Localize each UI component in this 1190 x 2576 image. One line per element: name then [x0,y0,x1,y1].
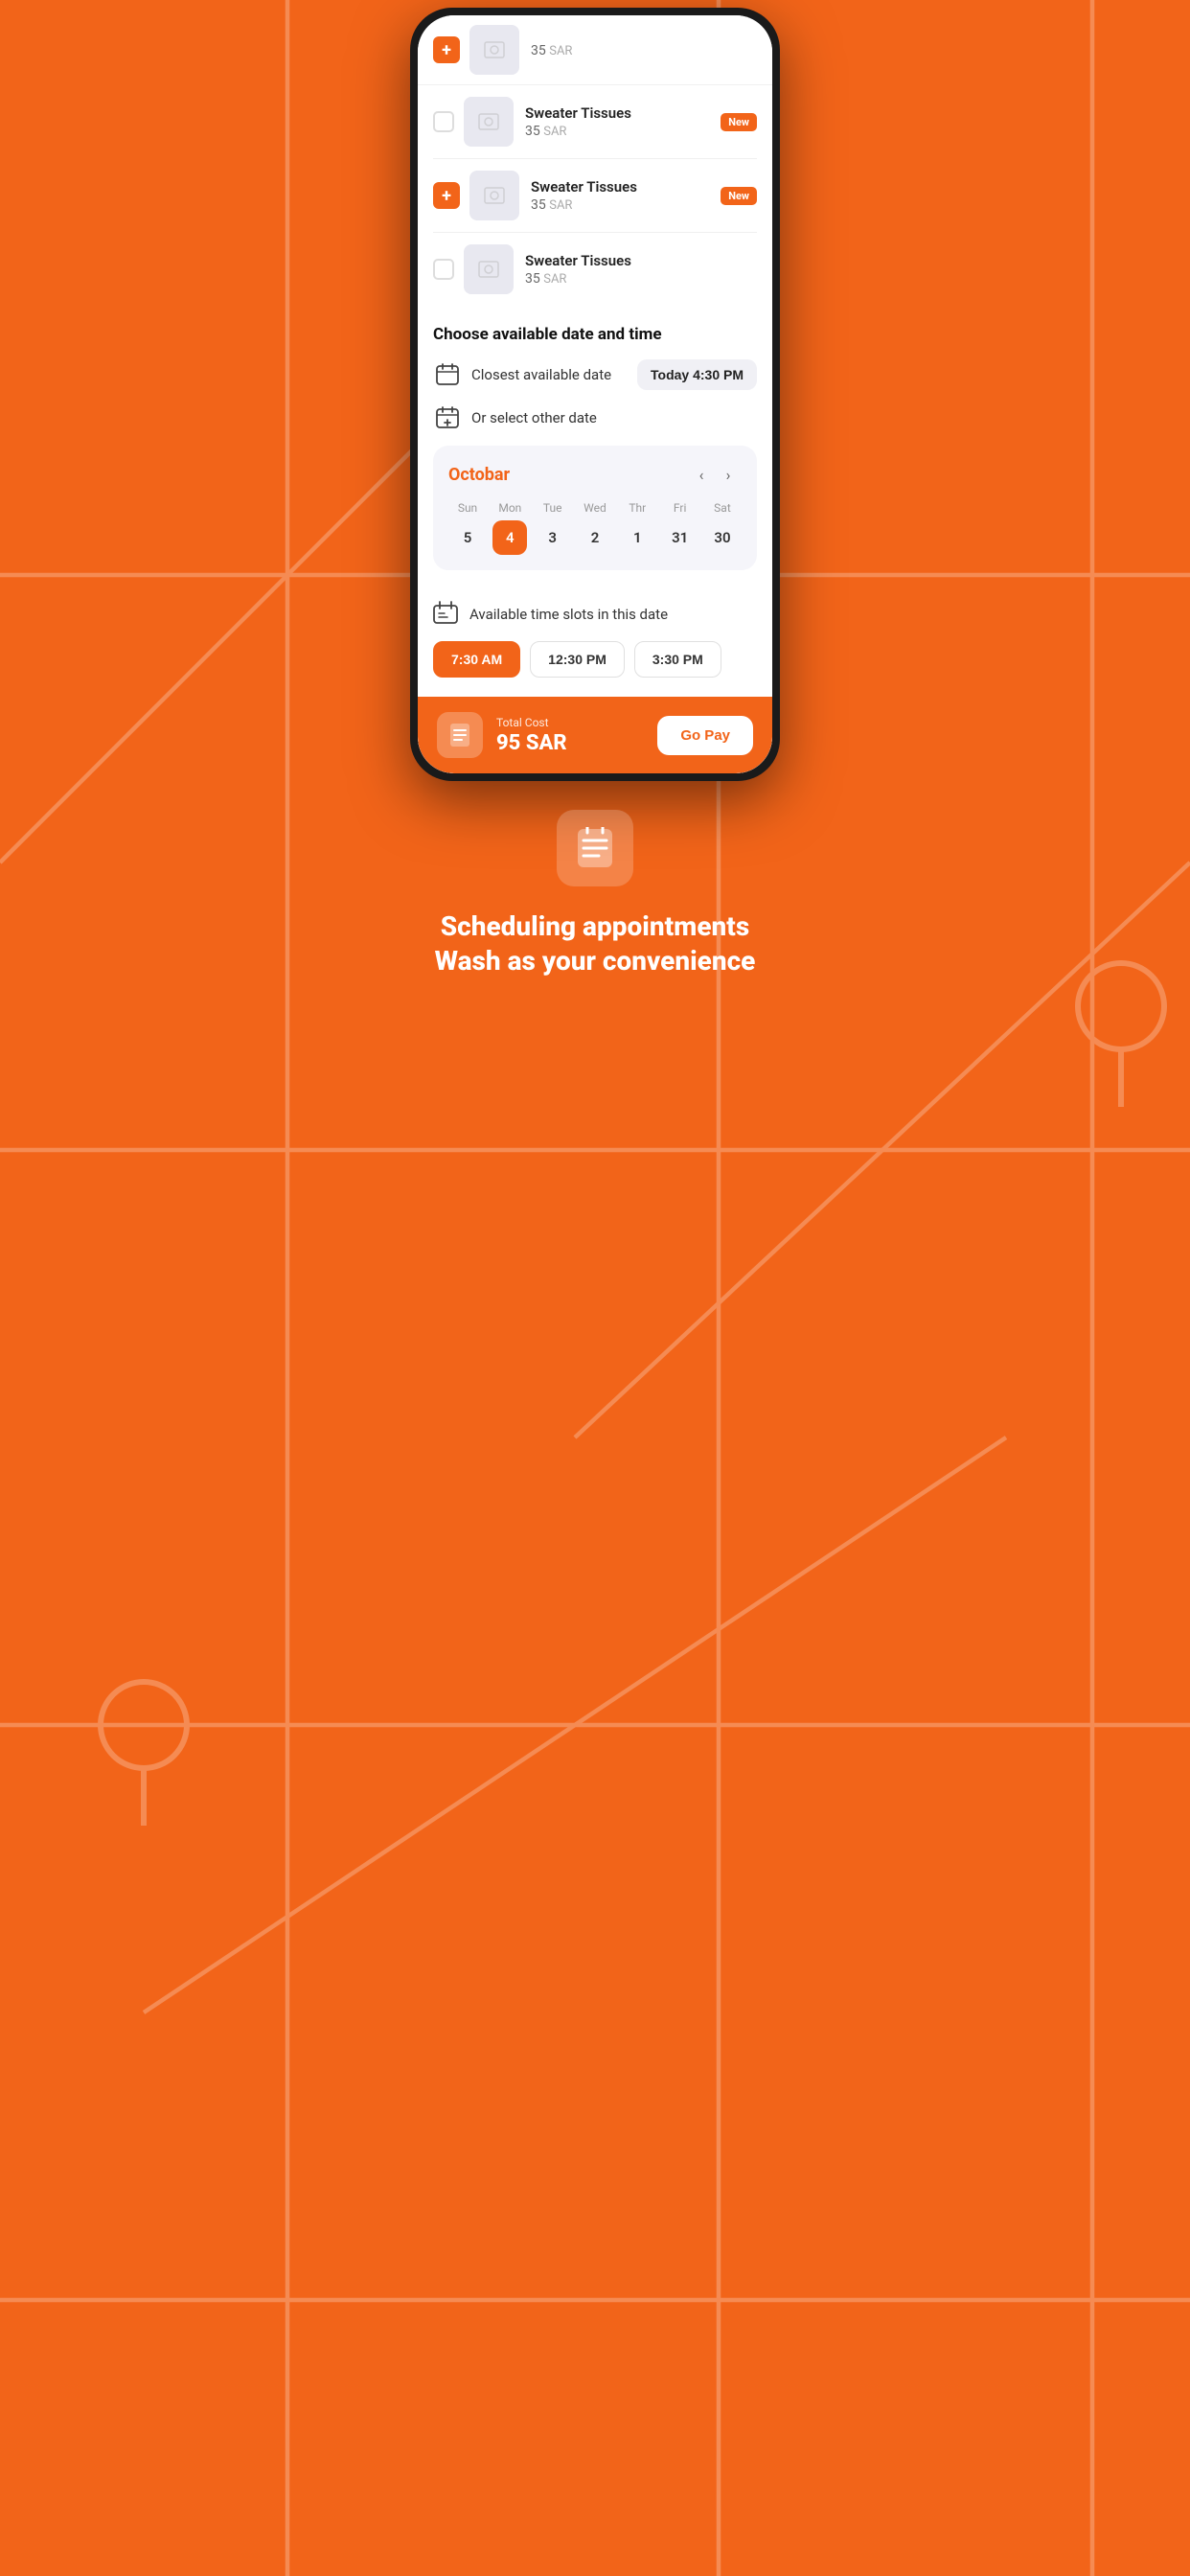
calendar-icon [433,360,462,389]
section-title: Choose available date and time [433,325,757,344]
product-checkbox-3[interactable] [433,259,454,280]
day-number[interactable]: 4 [492,520,527,555]
go-pay-button[interactable]: Go Pay [657,716,753,755]
date-section: Choose available date and time Closest a… [418,306,772,586]
calendar-days: Sun 5 Mon 4 Tue 3 Wed 2 Thr 1 Fri 31 Sat 30 [448,501,742,555]
cost-info: Total Cost 95 SAR [496,716,657,755]
other-date-label: Or select other date [471,409,757,426]
calendar-day[interactable]: Wed 2 [576,501,614,555]
time-slots-container: 7:30 AM 12:30 PM3:30 PM [433,641,757,678]
day-number[interactable]: 5 [450,520,485,555]
calendar-day[interactable]: Sun 5 [448,501,487,555]
product-item-1: Sweater Tissues 35 SAR New [433,85,757,159]
day-name: Wed [584,501,606,515]
tagline: Scheduling appointments Wash as your con… [435,909,756,979]
product-item-3: Sweater Tissues 35 SAR [433,233,757,306]
app-icon-large [557,810,633,886]
product-name-3: Sweater Tissues [525,252,757,269]
calendar-day[interactable]: Mon 4 [491,501,529,555]
day-name: Sat [714,501,731,515]
product-info-3: Sweater Tissues 35 SAR [525,252,757,287]
new-badge-1: New [721,113,757,131]
product-price-1: 35 SAR [525,124,721,139]
cost-value: 95 SAR [496,731,657,755]
calendar-day[interactable]: Fri 31 [661,501,699,555]
day-number[interactable]: 30 [705,520,740,555]
product-item-partial: + 35 SAR [418,15,772,85]
closest-date-row: Closest available date Today 4:30 PM [433,359,757,390]
calendar-day[interactable]: Sat 30 [703,501,742,555]
day-name: Thr [629,501,646,515]
day-name: Mon [498,501,521,515]
calendar-day[interactable]: Tue 3 [534,501,572,555]
tagline-line2: Wash as your convenience [435,945,756,977]
product-name-2: Sweater Tissues [531,178,721,196]
day-name: Tue [543,501,562,515]
other-date-row[interactable]: Or select other date [433,403,757,432]
new-badge-2: New [721,187,757,205]
product-image-3 [464,244,514,294]
closest-date-value[interactable]: Today 4:30 PM [637,359,757,390]
add-button[interactable]: + [433,36,460,63]
product-list: Sweater Tissues 35 SAR New + [418,85,772,306]
calendar-day[interactable]: Thr 1 [618,501,656,555]
product-price-2: 35 SAR [531,197,721,213]
product-info: 35 SAR [531,41,757,58]
product-item-2: + Sweater Tissues 35 SAR [433,159,757,233]
calendar-add-icon [433,403,462,432]
add-button-2[interactable]: + [433,182,460,209]
product-image [469,25,519,75]
product-info-2: Sweater Tissues 35 SAR [531,178,721,213]
bottom-bar: Total Cost 95 SAR Go Pay [418,697,772,773]
prev-month-button[interactable]: ‹ [688,461,715,488]
time-label-row: Available time slots in this date [433,601,757,628]
product-price-3: 35 SAR [525,271,757,287]
closest-date-label: Closest available date [471,366,637,383]
day-number[interactable]: 1 [620,520,654,555]
day-number[interactable]: 3 [536,520,570,555]
product-price: 35 SAR [531,43,757,58]
tagline-line1: Scheduling appointments [441,910,749,942]
next-month-button[interactable]: › [715,461,742,488]
product-info-1: Sweater Tissues 35 SAR [525,104,721,139]
time-section: Available time slots in this date 7:30 A… [418,586,772,697]
cost-label: Total Cost [496,716,657,729]
product-name-1: Sweater Tissues [525,104,721,122]
time-slots-label: Available time slots in this date [469,606,668,623]
calendar: Octobar ‹ › Sun5Mon4Tue3Wed2Thr1Fri31Sat… [433,446,757,570]
day-number[interactable]: 31 [663,520,698,555]
calendar-header: Octobar ‹ › [448,461,742,488]
time-slot-button[interactable]: 3:30 PM [634,641,721,678]
product-image-2 [469,171,519,220]
receipt-icon [437,712,483,758]
time-slot-button[interactable]: 12:30 PM [530,641,625,678]
product-checkbox-1[interactable] [433,111,454,132]
day-name: Fri [674,501,686,515]
time-slot-button[interactable]: 7:30 AM [433,641,520,678]
below-phone-section: Scheduling appointments Wash as your con… [397,781,793,1018]
time-icon [433,601,460,628]
day-name: Sun [458,501,477,515]
calendar-month: Octobar [448,465,688,485]
product-image-1 [464,97,514,147]
day-number[interactable]: 2 [578,520,612,555]
